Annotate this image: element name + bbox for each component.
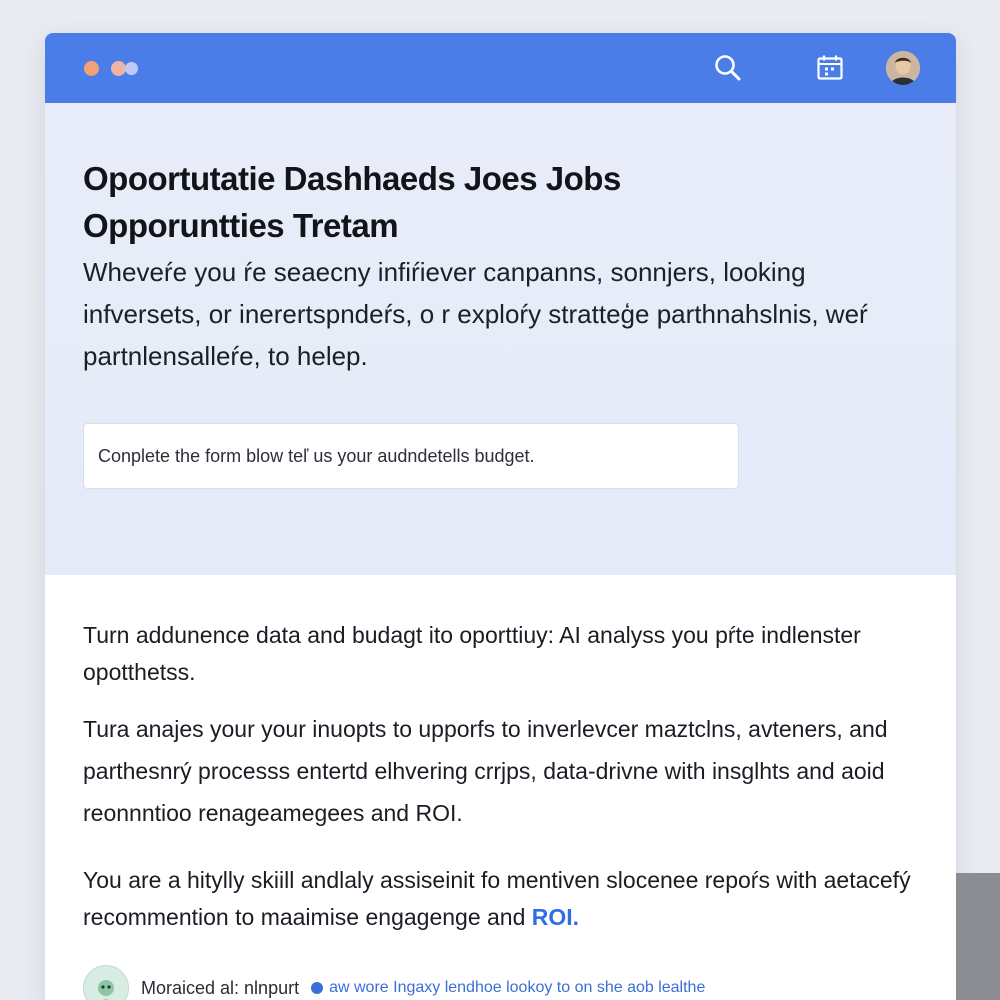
background-panel-edge	[956, 873, 1000, 1000]
calendar-icon	[817, 55, 843, 80]
form-input[interactable]: Conplete the form blow teľ us your audnd…	[83, 423, 739, 489]
bot-avatar-icon	[98, 980, 114, 1000]
app-window: Opoortutatie Dashhaeds Joes Jobs Opporun…	[45, 33, 956, 1000]
avatar-icon	[886, 51, 920, 85]
content-paragraph-3: You are a hitylly skiill andlaly assisei…	[83, 862, 913, 936]
search-icon	[715, 55, 741, 81]
content-paragraph-2: Tura anajes your your inuopts to upporfs…	[83, 716, 888, 826]
footer-label: Moraiced al: nlnpurt	[141, 977, 300, 998]
bot-avatar[interactable]	[83, 965, 129, 1000]
footer-link[interactable]: aw wore Ingaxy lendhoe lookoy to on she …	[311, 979, 705, 997]
window-control-dot[interactable]	[84, 61, 99, 76]
page-title: Opoortutatie Dashhaeds Joes Jobs Opporun…	[83, 155, 723, 249]
calendar-button[interactable]	[813, 51, 847, 85]
window-control-dot[interactable]	[111, 61, 126, 76]
page-title-line-1: Opoortutatie Dashhaeds Joes Jobs	[83, 160, 621, 197]
page-title-line-2: Opporuntties Tretam	[83, 207, 399, 244]
window-control-dot[interactable]	[125, 62, 138, 75]
footer-link-text[interactable]: aw wore Ingaxy lendhoe lookoy to on she …	[329, 979, 705, 997]
roi-highlight: ROI.	[531, 904, 580, 930]
search-button[interactable]	[711, 51, 745, 85]
user-avatar[interactable]	[886, 51, 920, 85]
hero-section: Opoortutatie Dashhaeds Joes Jobs Opporun…	[45, 103, 956, 575]
content-paragraph-1: Turn addunence data and budagt ito oport…	[83, 622, 861, 685]
intro-text: Wheveŕe you ŕe seaecny infiŕiever canpan…	[83, 257, 868, 371]
title-bar	[45, 33, 956, 103]
content-paragraph-3-text: You are a hitylly skiill andlaly assisei…	[83, 867, 911, 930]
content-section: Turn addunence data and budagt ito oport…	[45, 575, 956, 936]
footer-row: Moraiced al: nlnpurt aw wore Ingaxy lend…	[83, 965, 705, 1000]
link-icon	[311, 982, 324, 994]
